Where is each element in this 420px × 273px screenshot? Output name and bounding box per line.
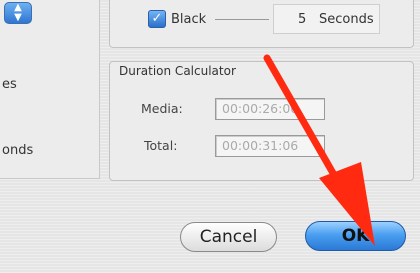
red-arrow-annotation xyxy=(263,54,375,246)
